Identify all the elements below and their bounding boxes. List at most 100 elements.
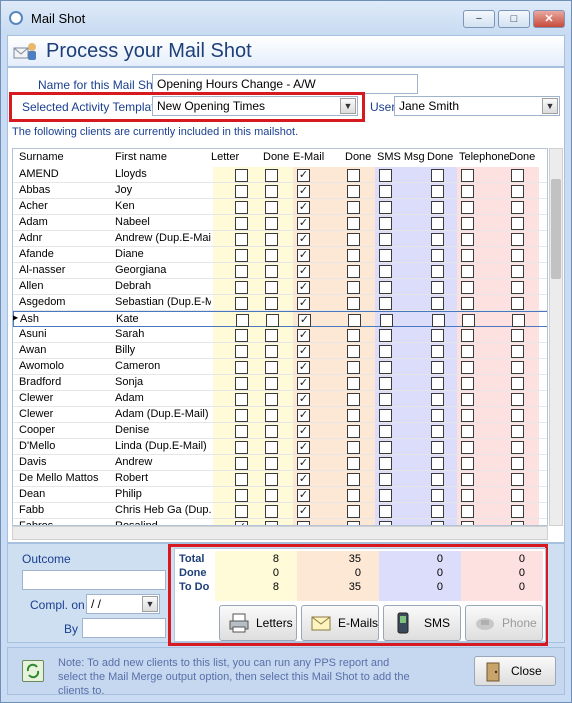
first-name-cell[interactable]: Andrew	[115, 456, 211, 468]
email-done-checkbox[interactable]	[348, 314, 361, 327]
first-name-cell[interactable]: Linda (Dup.E-Mail)	[115, 440, 211, 452]
letter-done-checkbox[interactable]	[265, 185, 278, 198]
letter-checkbox[interactable]	[235, 425, 248, 438]
letter-done-checkbox[interactable]	[265, 393, 278, 406]
sms-done-checkbox[interactable]	[431, 409, 444, 422]
email-checkbox[interactable]: ✓	[297, 345, 310, 358]
vertical-scrollbar[interactable]	[549, 148, 563, 526]
surname-cell[interactable]: Acher	[19, 200, 111, 212]
surname-cell[interactable]: Fabb	[19, 504, 111, 516]
surname-cell[interactable]: Afande	[19, 248, 111, 260]
letter-done-checkbox[interactable]	[265, 489, 278, 502]
email-done-checkbox[interactable]	[347, 201, 360, 214]
letter-checkbox[interactable]	[235, 393, 248, 406]
email-checkbox[interactable]: ✓	[297, 265, 310, 278]
sms-done-checkbox[interactable]	[431, 185, 444, 198]
sms-checkbox[interactable]	[379, 201, 392, 214]
sms-checkbox[interactable]	[380, 314, 393, 327]
phone-checkbox[interactable]	[461, 265, 474, 278]
table-row[interactable]: Clewer Adam ✓	[13, 391, 547, 407]
letter-checkbox[interactable]	[235, 377, 248, 390]
phone-checkbox[interactable]	[461, 329, 474, 342]
sms-done-checkbox[interactable]	[431, 361, 444, 374]
phone-checkbox[interactable]	[461, 297, 474, 310]
sms-checkbox[interactable]	[379, 185, 392, 198]
surname-cell[interactable]: D'Mello	[19, 440, 111, 452]
email-done-checkbox[interactable]	[347, 489, 360, 502]
phone-checkbox[interactable]	[461, 441, 474, 454]
letter-checkbox[interactable]	[235, 345, 248, 358]
phone-done-checkbox[interactable]	[511, 473, 524, 486]
first-name-cell[interactable]: Denise	[115, 424, 211, 436]
letter-done-checkbox[interactable]	[265, 233, 278, 246]
sms-checkbox[interactable]	[379, 233, 392, 246]
phone-checkbox[interactable]	[461, 425, 474, 438]
sms-done-checkbox[interactable]	[431, 505, 444, 518]
phone-checkbox[interactable]	[461, 345, 474, 358]
table-row[interactable]: Clewer Adam (Dup.E-Mail) ✓	[13, 407, 547, 423]
email-checkbox[interactable]: ✓	[297, 457, 310, 470]
chevron-down-icon[interactable]: ▼	[340, 98, 356, 114]
first-name-cell[interactable]: Sebastian (Dup.E-M	[115, 296, 211, 308]
phone-checkbox[interactable]	[461, 185, 474, 198]
letter-checkbox[interactable]	[235, 265, 248, 278]
email-done-checkbox[interactable]	[347, 329, 360, 342]
first-name-cell[interactable]: Adam (Dup.E-Mail)	[115, 408, 211, 420]
letter-checkbox[interactable]	[236, 314, 249, 327]
sms-checkbox[interactable]	[379, 361, 392, 374]
email-done-checkbox[interactable]	[347, 505, 360, 518]
table-row[interactable]: Asuni Sarah ✓	[13, 327, 547, 343]
letter-done-checkbox[interactable]	[265, 249, 278, 262]
letter-checkbox[interactable]	[235, 329, 248, 342]
refresh-button[interactable]	[22, 660, 44, 682]
letter-checkbox[interactable]	[235, 185, 248, 198]
outcome-field[interactable]	[22, 570, 166, 590]
sms-checkbox[interactable]	[379, 345, 392, 358]
horizontal-scrollbar[interactable]	[12, 526, 548, 540]
letter-checkbox[interactable]	[235, 201, 248, 214]
letter-done-checkbox[interactable]	[265, 201, 278, 214]
surname-cell[interactable]: Allen	[19, 280, 111, 292]
surname-cell[interactable]: Abbas	[19, 184, 111, 196]
sms-checkbox[interactable]	[379, 249, 392, 262]
email-done-checkbox[interactable]	[347, 345, 360, 358]
sms-done-checkbox[interactable]	[431, 249, 444, 262]
letter-done-checkbox[interactable]	[265, 217, 278, 230]
phone-done-checkbox[interactable]	[511, 393, 524, 406]
email-checkbox[interactable]: ✓	[297, 409, 310, 422]
sms-done-checkbox[interactable]	[431, 377, 444, 390]
table-row[interactable]: Awomolo Cameron ✓	[13, 359, 547, 375]
phone-checkbox[interactable]	[461, 201, 474, 214]
letter-done-checkbox[interactable]	[265, 281, 278, 294]
sms-checkbox[interactable]	[379, 265, 392, 278]
phone-done-checkbox[interactable]	[511, 361, 524, 374]
surname-cell[interactable]: Cooper	[19, 424, 111, 436]
chevron-down-icon[interactable]: ▼	[142, 596, 158, 612]
email-checkbox[interactable]: ✓	[297, 489, 310, 502]
col-header-phone-done[interactable]: Done	[509, 151, 535, 163]
first-name-cell[interactable]: Debrah	[115, 280, 211, 292]
chevron-down-icon[interactable]: ▼	[542, 98, 558, 114]
phone-done-checkbox[interactable]	[511, 457, 524, 470]
phone-checkbox[interactable]	[461, 457, 474, 470]
first-name-cell[interactable]: Diane	[115, 248, 211, 260]
sms-button[interactable]: SMS	[383, 605, 461, 641]
phone-done-checkbox[interactable]	[511, 409, 524, 422]
table-row[interactable]: Bradford Sonja ✓	[13, 375, 547, 391]
table-row[interactable]: Abbas Joy ✓	[13, 183, 547, 199]
col-header-first-name[interactable]: First name	[115, 151, 167, 163]
phone-done-checkbox[interactable]	[511, 425, 524, 438]
surname-cell[interactable]: Ash	[20, 313, 112, 325]
first-name-cell[interactable]: Sonja	[115, 376, 211, 388]
email-done-checkbox[interactable]	[347, 185, 360, 198]
phone-done-checkbox[interactable]	[511, 345, 524, 358]
letter-checkbox[interactable]	[235, 217, 248, 230]
table-row[interactable]: FabrosRosalind✓	[13, 519, 547, 525]
email-checkbox[interactable]: ✓	[297, 329, 310, 342]
sms-checkbox[interactable]	[379, 473, 392, 486]
surname-cell[interactable]: Clewer	[19, 392, 111, 404]
letter-checkbox[interactable]	[235, 361, 248, 374]
sms-checkbox[interactable]	[379, 217, 392, 230]
sms-checkbox[interactable]	[379, 393, 392, 406]
letter-done-checkbox[interactable]	[265, 361, 278, 374]
